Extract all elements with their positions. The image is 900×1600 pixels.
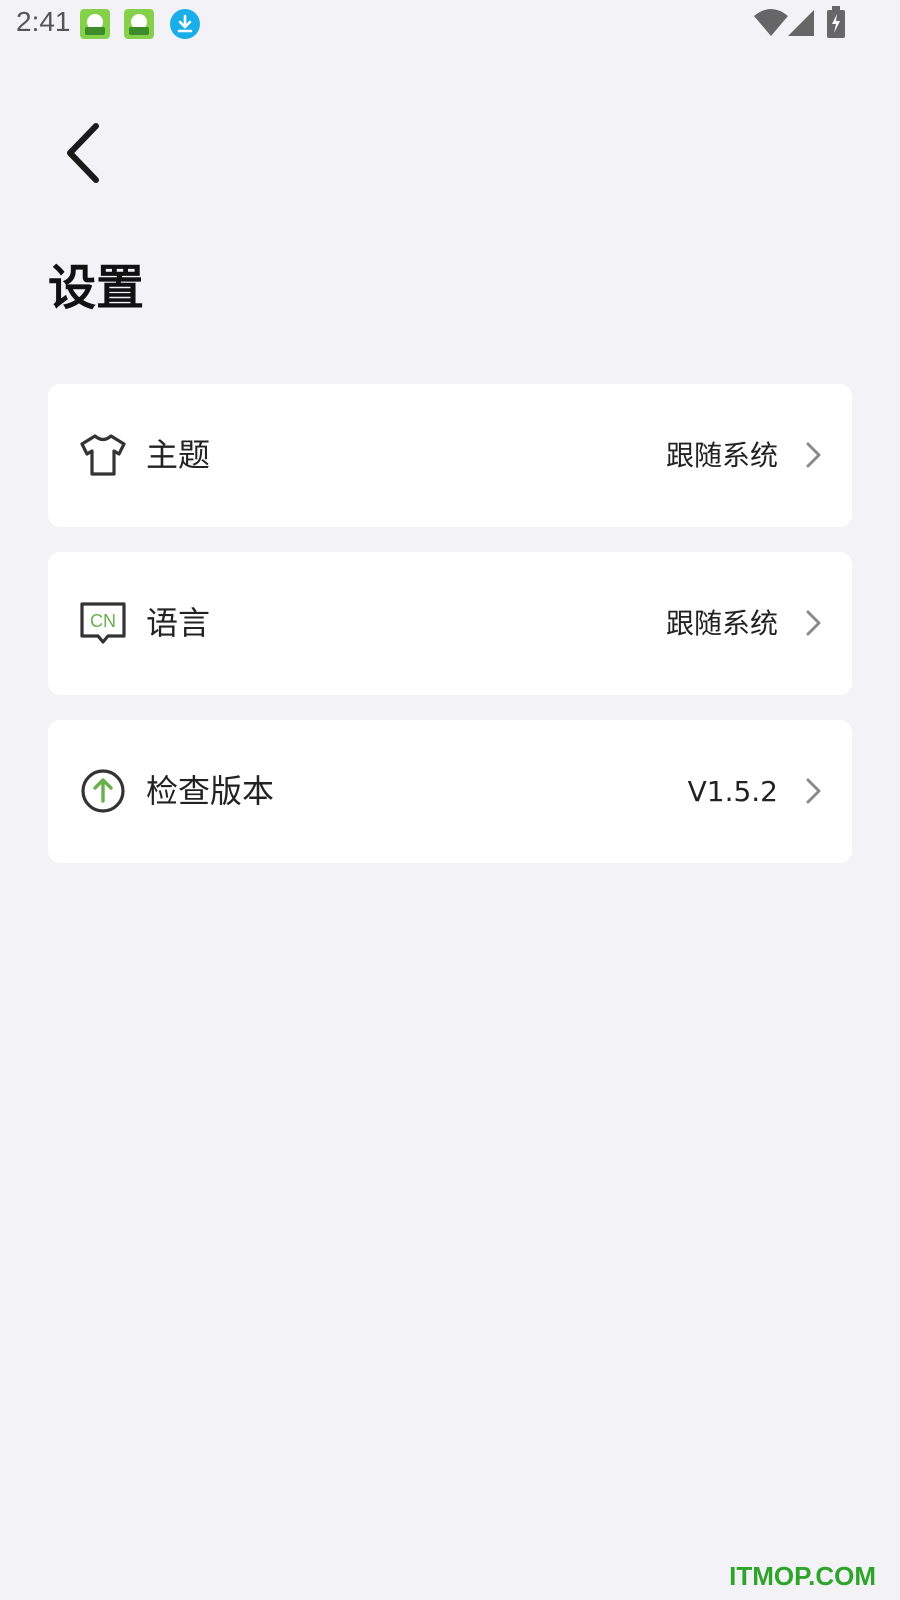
settings-item-theme[interactable]: 主题 跟随系统 xyxy=(48,384,852,527)
status-time: 2:41 xyxy=(16,6,71,37)
language-cn-icon: CN xyxy=(80,602,126,644)
back-button[interactable] xyxy=(56,118,116,188)
chevron-right-icon xyxy=(806,778,821,804)
settings-item-label: 语言 xyxy=(146,604,211,642)
settings-item-value: 跟随系统 xyxy=(665,439,778,472)
settings-item-label: 主题 xyxy=(146,436,211,474)
page-title: 设置 xyxy=(48,260,145,316)
app-notification-icon xyxy=(80,9,110,39)
status-bar: 2:41 xyxy=(0,0,900,48)
settings-item-value: V1.5.2 xyxy=(687,775,778,808)
tshirt-icon xyxy=(80,434,126,476)
settings-item-check-version[interactable]: 检查版本 V1.5.2 xyxy=(48,720,852,863)
wifi-icon xyxy=(754,9,788,36)
app-notification-icon xyxy=(124,9,154,39)
chevron-right-icon xyxy=(806,442,821,468)
watermark: ITMOP.COM xyxy=(729,1561,876,1591)
download-icon xyxy=(170,9,200,39)
settings-item-language[interactable]: CN 语言 跟随系统 xyxy=(48,552,852,695)
battery-charging-icon xyxy=(827,6,845,38)
settings-item-value: 跟随系统 xyxy=(665,607,778,640)
signal-icon xyxy=(788,10,814,36)
language-cn-icon-text: CN xyxy=(90,611,116,631)
settings-item-label: 检查版本 xyxy=(146,772,275,810)
upload-circle-icon xyxy=(81,769,125,813)
chevron-left-icon xyxy=(67,123,99,183)
chevron-right-icon xyxy=(806,610,821,636)
